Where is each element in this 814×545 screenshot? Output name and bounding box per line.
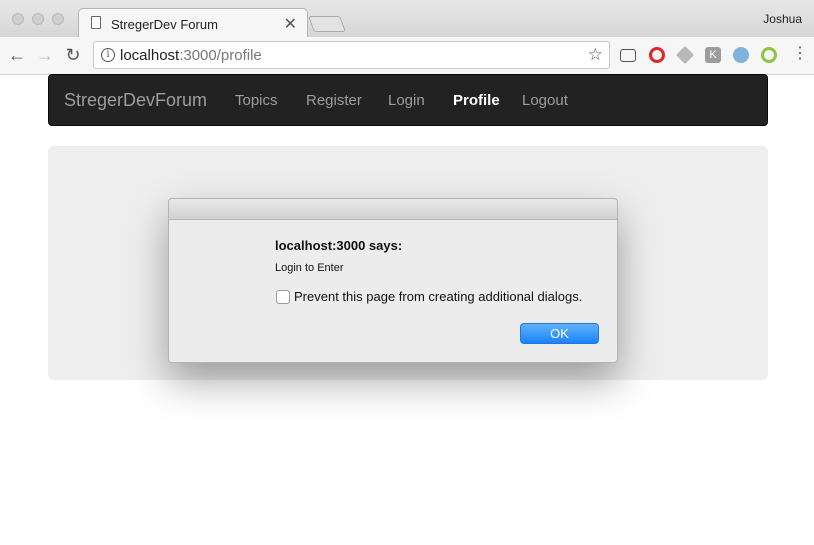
reload-icon[interactable]: ↻ xyxy=(62,44,84,66)
zoom-window-button[interactable] xyxy=(52,13,64,25)
info-icon[interactable]: i xyxy=(101,48,115,62)
drive-icon[interactable] xyxy=(675,45,695,65)
extension-q-icon[interactable] xyxy=(761,47,777,63)
browser-toolbar: ← → ↻ i localhost:3000/profile ☆ K ⋮ xyxy=(0,37,814,75)
back-icon[interactable]: ← xyxy=(6,44,28,66)
dialog-message: Login to Enter xyxy=(275,262,344,274)
nav-topics[interactable]: Topics xyxy=(235,92,278,109)
opera-icon[interactable] xyxy=(649,47,665,63)
site-navbar: StregerDevForum Topics Register Login Pr… xyxy=(48,74,768,126)
close-window-button[interactable] xyxy=(12,13,24,25)
forward-icon[interactable]: → xyxy=(34,44,56,66)
dialog-titlebar xyxy=(169,199,617,220)
new-tab-button[interactable] xyxy=(308,16,346,32)
prevent-dialogs-label[interactable]: Prevent this page from creating addition… xyxy=(294,289,582,304)
browser-titlebar: StregerDev Forum ✕ Joshua xyxy=(0,0,814,38)
tab-close-icon[interactable]: ✕ xyxy=(284,14,297,34)
nav-login[interactable]: Login xyxy=(388,92,425,109)
tab-title: StregerDev Forum xyxy=(111,17,218,32)
ok-button[interactable]: OK xyxy=(520,323,599,344)
browser-tab[interactable]: StregerDev Forum ✕ xyxy=(78,8,308,38)
nav-profile[interactable]: Profile xyxy=(453,92,500,109)
profile-name[interactable]: Joshua xyxy=(763,12,802,26)
address-bar[interactable]: i localhost:3000/profile ☆ xyxy=(93,41,610,69)
prevent-dialogs-checkbox[interactable] xyxy=(276,290,290,304)
site-brand[interactable]: StregerDevForum xyxy=(64,90,207,111)
nav-logout[interactable]: Logout xyxy=(522,92,568,109)
alert-dialog: localhost:3000 says: Login to Enter Prev… xyxy=(168,198,618,363)
extension-search-icon[interactable] xyxy=(733,47,749,63)
menu-dots-icon[interactable]: ⋮ xyxy=(792,46,808,62)
dialog-heading: localhost:3000 says: xyxy=(275,238,403,253)
page-icon xyxy=(91,16,101,29)
minimize-window-button[interactable] xyxy=(32,13,44,25)
extension-k-icon[interactable]: K xyxy=(705,47,721,63)
bookmark-star-icon[interactable]: ☆ xyxy=(588,45,603,65)
nav-register[interactable]: Register xyxy=(306,92,362,109)
cast-icon[interactable] xyxy=(620,49,636,62)
url-text[interactable]: localhost:3000/profile xyxy=(120,47,262,64)
